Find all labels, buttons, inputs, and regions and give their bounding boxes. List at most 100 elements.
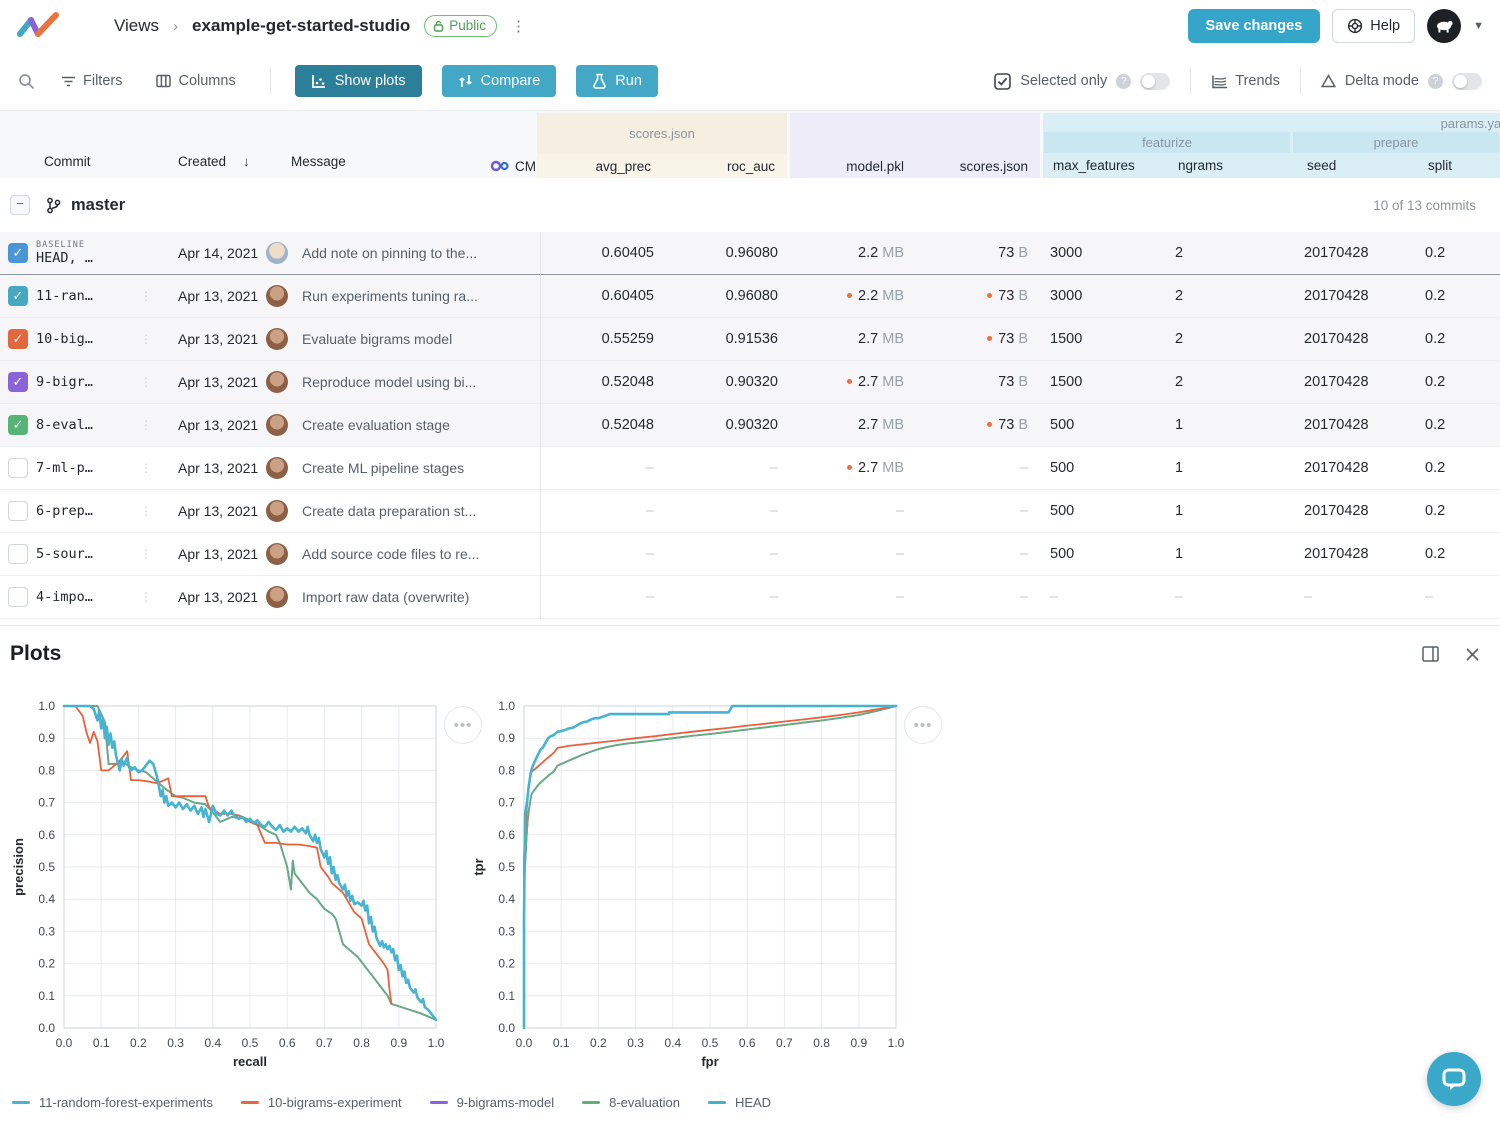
- branch-name[interactable]: master: [71, 196, 125, 215]
- column-header-message[interactable]: Message: [291, 154, 346, 178]
- metric-cell: –: [1019, 460, 1028, 476]
- commit-name[interactable]: 5-sour…: [36, 546, 140, 562]
- plots-panel-title: Plots: [10, 642, 62, 665]
- column-header-roc-auc[interactable]: roc_auc: [663, 159, 787, 174]
- panel-layout-icon[interactable]: [1422, 646, 1439, 662]
- svg-text:1.0: 1.0: [498, 699, 515, 713]
- commit-name[interactable]: BASELINE HEAD, …: [36, 240, 140, 266]
- row-menu-kebab-icon[interactable]: ⋮: [140, 289, 158, 303]
- user-avatar[interactable]: [1427, 9, 1462, 43]
- commit-row[interactable]: ✓ 11-ran… ⋮ Apr 13, 2021 Run experiments tun…: [0, 274, 1500, 318]
- row-checkbox[interactable]: [8, 544, 28, 564]
- column-header-scores-json[interactable]: scores.json: [916, 159, 1040, 174]
- row-menu-kebab-icon[interactable]: ⋮: [140, 375, 158, 389]
- commit-name[interactable]: 4-impo…: [36, 589, 140, 605]
- commit-name[interactable]: 6-prep…: [36, 503, 140, 519]
- column-header-commit[interactable]: Commit: [44, 154, 91, 178]
- row-checkbox[interactable]: ✓: [8, 286, 28, 306]
- commit-row[interactable]: ✓ BASELINE HEAD, … Apr 14, 2021 Add note on …: [0, 231, 1500, 275]
- column-header-created[interactable]: Created: [178, 154, 226, 178]
- commit-name[interactable]: 10-big…: [36, 331, 140, 347]
- column-header-model-pkl[interactable]: model.pkl: [790, 159, 916, 174]
- metric-cell: 73 B: [998, 374, 1028, 390]
- column-header-seed[interactable]: seed: [1293, 158, 1418, 173]
- studio-logo-icon[interactable]: [16, 10, 62, 42]
- svg-text:0.2: 0.2: [590, 1036, 607, 1050]
- author-avatar: [266, 285, 288, 307]
- run-button[interactable]: Run: [576, 65, 658, 97]
- commit-row[interactable]: 4-impo… ⋮ Apr 13, 2021 Import raw data (ove…: [0, 575, 1500, 619]
- commit-name[interactable]: 11-ran…: [36, 288, 140, 304]
- row-checkbox[interactable]: ✓: [8, 372, 28, 392]
- delta-mode-help-icon[interactable]: ?: [1428, 73, 1443, 89]
- legend-item[interactable]: HEAD: [707, 1095, 771, 1110]
- save-changes-button[interactable]: Save changes: [1187, 9, 1321, 43]
- sort-desc-icon[interactable]: ↓: [243, 154, 250, 178]
- metric-cell: 0.2: [1425, 546, 1446, 562]
- svg-text:0.0: 0.0: [498, 1021, 515, 1035]
- row-menu-kebab-icon[interactable]: ⋮: [140, 590, 158, 604]
- help-button[interactable]: Help: [1332, 9, 1416, 43]
- commit-row[interactable]: 7-ml-p… ⋮ Apr 13, 2021 Create ML pipeline s…: [0, 446, 1500, 490]
- author-avatar: [266, 242, 288, 264]
- trends-button[interactable]: Trends: [1211, 73, 1280, 89]
- breadcrumb-views[interactable]: Views: [114, 16, 159, 36]
- row-checkbox[interactable]: ✓: [8, 243, 28, 263]
- commit-name[interactable]: 7-ml-p…: [36, 460, 140, 476]
- commit-row[interactable]: ✓ 9-bigr… ⋮ Apr 13, 2021 Reproduce model usi…: [0, 360, 1500, 404]
- commit-date: Apr 13, 2021: [178, 546, 259, 562]
- project-menu-kebab-icon[interactable]: ⋮: [511, 17, 527, 35]
- legend-item[interactable]: 9-bigrams-model: [429, 1095, 554, 1110]
- row-menu-kebab-icon[interactable]: ⋮: [140, 461, 158, 475]
- account-caret-icon[interactable]: ▼: [1473, 20, 1484, 32]
- legend-item[interactable]: 8-evaluation: [582, 1095, 680, 1110]
- scores-json-group-label[interactable]: scores.json: [537, 113, 787, 154]
- delta-mode-toggle[interactable]: [1452, 72, 1482, 90]
- row-menu-kebab-icon[interactable]: ⋮: [140, 332, 158, 346]
- column-header-split[interactable]: split: [1418, 158, 1500, 173]
- commit-row[interactable]: 5-sour… ⋮ Apr 13, 2021 Add source code file…: [0, 532, 1500, 576]
- row-menu-kebab-icon[interactable]: ⋮: [140, 504, 158, 518]
- compare-button[interactable]: Compare: [441, 65, 557, 97]
- metric-cell: 20170428: [1304, 417, 1369, 433]
- column-header-max-features[interactable]: max_features: [1043, 158, 1168, 173]
- close-icon[interactable]: [1465, 647, 1480, 662]
- column-header-avg-prec[interactable]: avg_prec: [537, 159, 663, 174]
- collapse-branch-button[interactable]: −: [10, 195, 30, 215]
- commit-row[interactable]: 6-prep… ⋮ Apr 13, 2021 Create data preparat…: [0, 489, 1500, 533]
- output-files-group: model.pkl scores.json: [790, 113, 1040, 178]
- legend-label: 8-evaluation: [609, 1095, 680, 1110]
- show-plots-button[interactable]: Show plots: [294, 65, 422, 97]
- column-header-cml[interactable]: CML: [490, 154, 544, 178]
- selected-only-help-icon[interactable]: ?: [1116, 73, 1132, 89]
- svg-text:0.1: 0.1: [93, 1036, 110, 1050]
- row-checkbox[interactable]: ✓: [8, 329, 28, 349]
- commit-row[interactable]: ✓ 10-big… ⋮ Apr 13, 2021 Evaluate bigrams mo…: [0, 317, 1500, 361]
- commit-row[interactable]: ✓ 8-eval… ⋮ Apr 13, 2021 Create evaluation s…: [0, 403, 1500, 447]
- metric-cell: –: [769, 589, 778, 605]
- chat-widget-button[interactable]: [1427, 1052, 1481, 1106]
- legend-item[interactable]: 10-bigrams-experiment: [240, 1095, 402, 1110]
- search-button[interactable]: [18, 73, 35, 90]
- row-checkbox[interactable]: ✓: [8, 415, 28, 435]
- params-yaml-group-label[interactable]: params.yaml: [1441, 116, 1500, 131]
- featurize-band-label[interactable]: featurize: [1044, 132, 1290, 153]
- legend-item[interactable]: 11-random-forest-experiments: [12, 1095, 213, 1110]
- prepare-band-label[interactable]: prepare: [1293, 132, 1499, 153]
- row-checkbox[interactable]: [8, 587, 28, 607]
- row-checkbox[interactable]: [8, 501, 28, 521]
- filters-button[interactable]: Filters: [61, 73, 122, 89]
- row-checkbox[interactable]: [8, 458, 28, 478]
- column-header-ngrams[interactable]: ngrams: [1168, 158, 1293, 173]
- toolbar-divider: [1190, 68, 1192, 94]
- chart-menu-button[interactable]: •••: [904, 706, 942, 744]
- checked-checkbox-icon[interactable]: [994, 72, 1011, 90]
- columns-button[interactable]: Columns: [156, 73, 236, 89]
- selected-only-toggle[interactable]: [1140, 72, 1171, 90]
- row-menu-kebab-icon[interactable]: ⋮: [140, 547, 158, 561]
- legend-label: 11-random-forest-experiments: [39, 1095, 213, 1110]
- row-menu-kebab-icon[interactable]: ⋮: [140, 418, 158, 432]
- metric-cell: 2: [1175, 374, 1184, 390]
- commit-name[interactable]: 8-eval…: [36, 417, 140, 433]
- commit-name[interactable]: 9-bigr…: [36, 374, 140, 390]
